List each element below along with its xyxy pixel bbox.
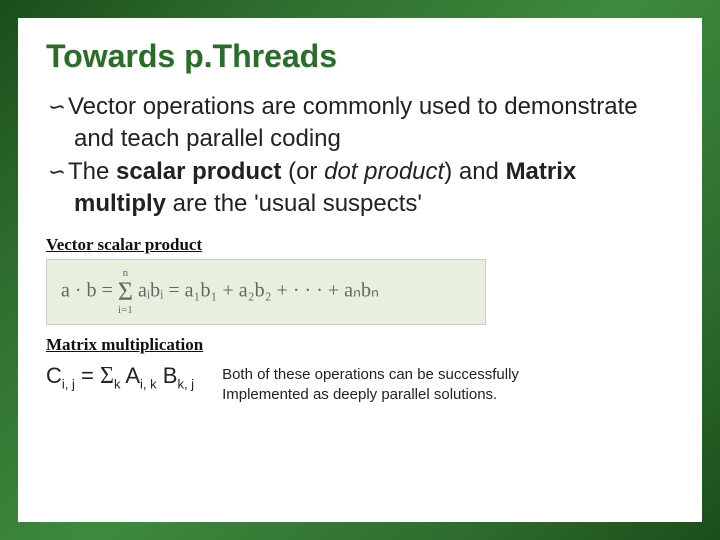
bullet-1: ∽Vector operations are commonly used to …: [46, 91, 674, 156]
bullet-list: ∽Vector operations are commonly used to …: [46, 91, 674, 221]
bullet-icon: ∽: [46, 92, 68, 122]
vector-product-label: Vector scalar product: [46, 235, 674, 255]
matrix-formula: Ci, j = Σk Ai, k Bk, j: [46, 359, 194, 391]
slide-title: Towards p.Threads: [46, 38, 674, 75]
footnote: Both of these operations can be successf…: [222, 359, 519, 406]
bullet-1-text: Vector operations are commonly used to d…: [68, 93, 638, 152]
matrix-mult-label: Matrix multiplication: [46, 335, 674, 355]
matrix-row: Ci, j = Σk Ai, k Bk, j Both of these ope…: [46, 359, 674, 406]
slide-content: Towards p.Threads ∽Vector operations are…: [18, 18, 702, 522]
bullet-icon: ∽: [46, 157, 68, 187]
sigma-sum: n Σ i=1: [118, 268, 133, 316]
vector-product-formula: a · b = n Σ i=1 aᵢbᵢ = a₁b₁ + a₂b₂ + · ·…: [46, 259, 486, 325]
bullet-2: ∽The scalar product (or dot product) and…: [46, 156, 674, 221]
